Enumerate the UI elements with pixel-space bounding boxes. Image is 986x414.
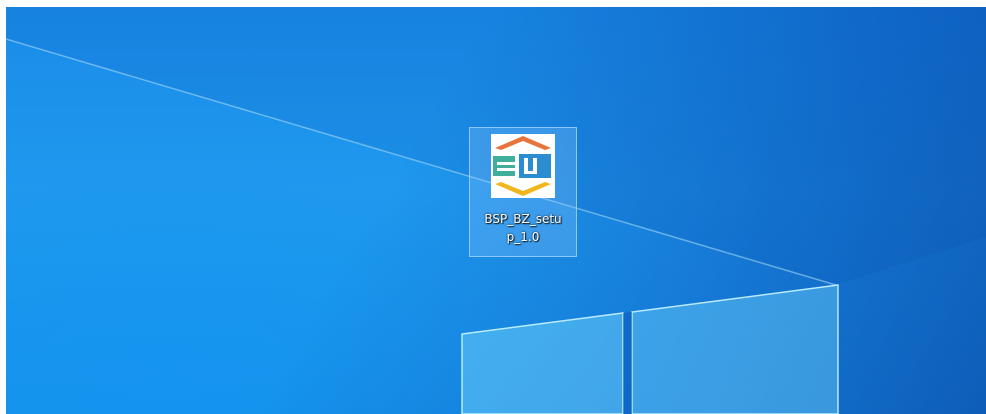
desktop-icon-label: BSP_BZ_setu p_1.0 <box>471 210 575 246</box>
bsp-installer-icon <box>491 134 555 198</box>
desktop-icon-bsp-setup[interactable]: BSP_BZ_setu p_1.0 <box>469 127 577 257</box>
desktop-icon-label-line2: p_1.0 <box>506 230 540 244</box>
desktop-icon-label-line1: BSP_BZ_setu <box>484 212 562 226</box>
desktop[interactable]: BSP_BZ_setu p_1.0 <box>6 7 986 414</box>
